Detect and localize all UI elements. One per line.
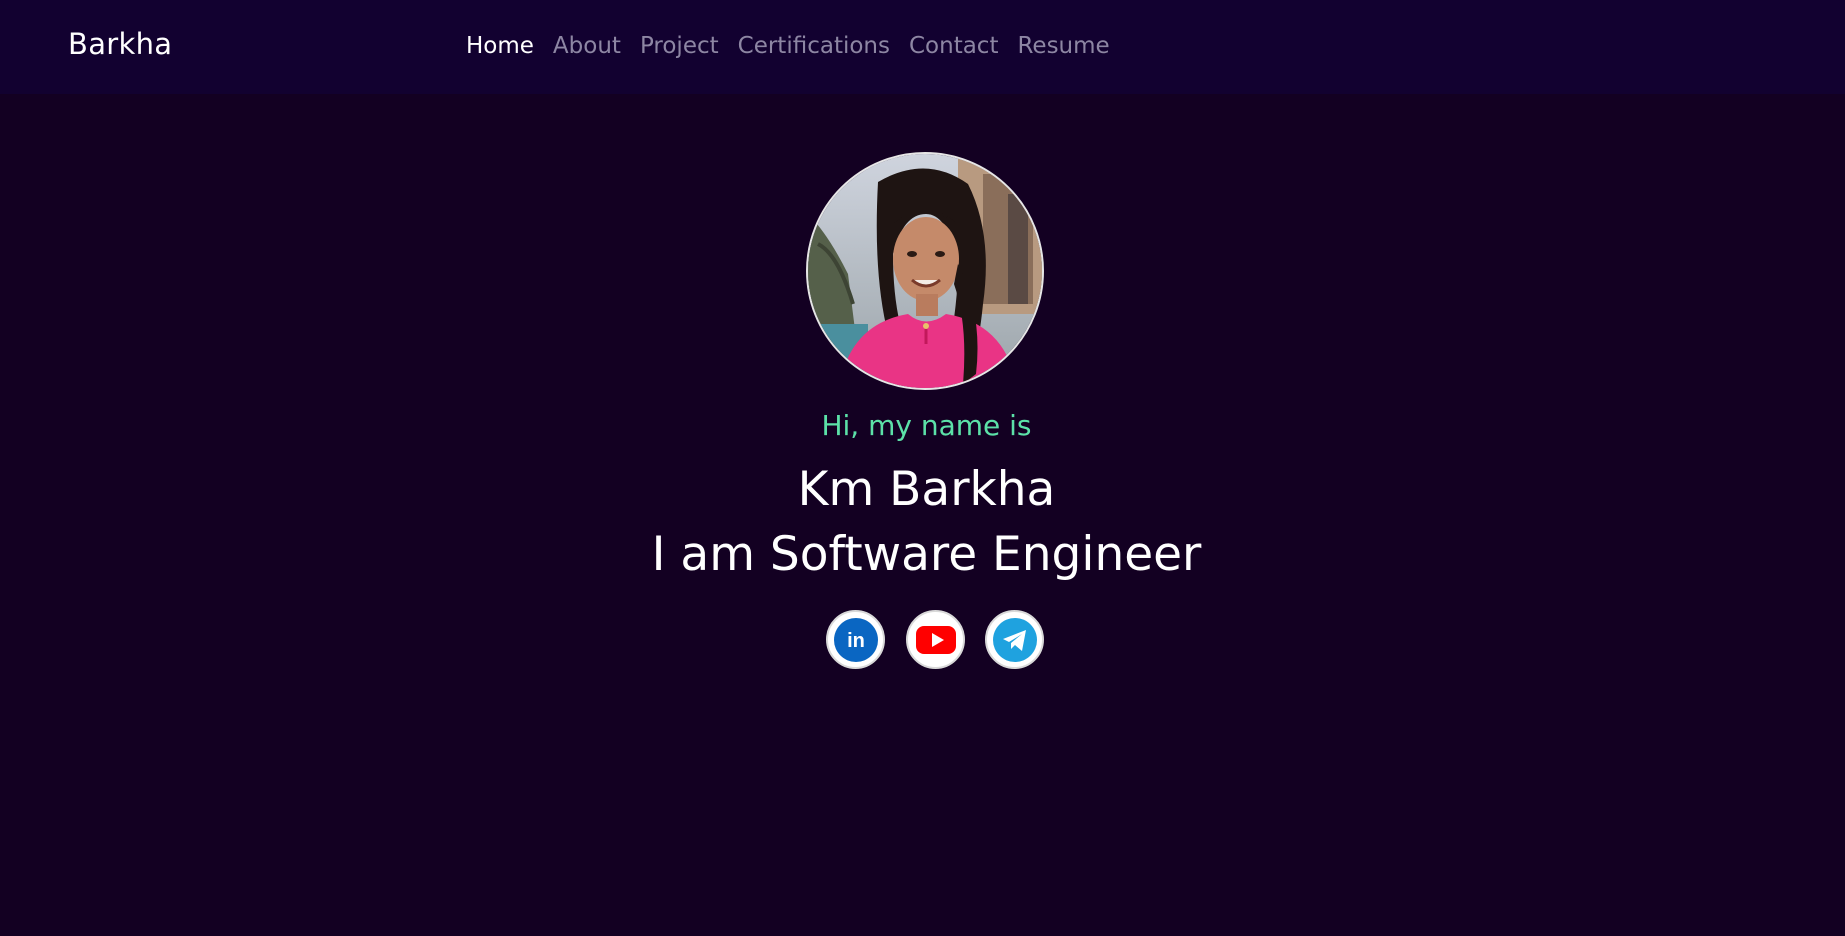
linkedin-button[interactable]: in bbox=[826, 610, 885, 669]
profile-photo bbox=[806, 152, 1044, 390]
nav-links: Home About Project Certifications Contac… bbox=[466, 35, 1129, 58]
linkedin-glyph: in bbox=[847, 630, 865, 652]
brand-logo[interactable]: Barkha bbox=[68, 30, 172, 59]
youtube-icon bbox=[915, 625, 956, 654]
linkedin-icon: in bbox=[833, 617, 878, 662]
telegram-button[interactable] bbox=[985, 610, 1044, 669]
hero-section: Hi, my name is Km Barkha I am Software E… bbox=[0, 94, 1845, 936]
nav-link-home[interactable]: Home bbox=[466, 35, 534, 58]
full-name-heading: Km Barkha bbox=[797, 462, 1056, 517]
navbar: Barkha Home About Project Certifications… bbox=[0, 0, 1845, 94]
greeting-text: Hi, my name is bbox=[821, 409, 1032, 442]
telegram-icon bbox=[992, 617, 1037, 662]
social-links: in bbox=[826, 610, 1046, 670]
youtube-button[interactable] bbox=[906, 610, 965, 669]
role-heading: I am Software Engineer bbox=[651, 527, 1202, 582]
nav-link-resume[interactable]: Resume bbox=[1017, 35, 1109, 58]
nav-link-project[interactable]: Project bbox=[640, 35, 719, 58]
nav-link-about[interactable]: About bbox=[553, 35, 621, 58]
nav-link-certifications[interactable]: Certifications bbox=[738, 35, 890, 58]
nav-link-contact[interactable]: Contact bbox=[909, 35, 998, 58]
